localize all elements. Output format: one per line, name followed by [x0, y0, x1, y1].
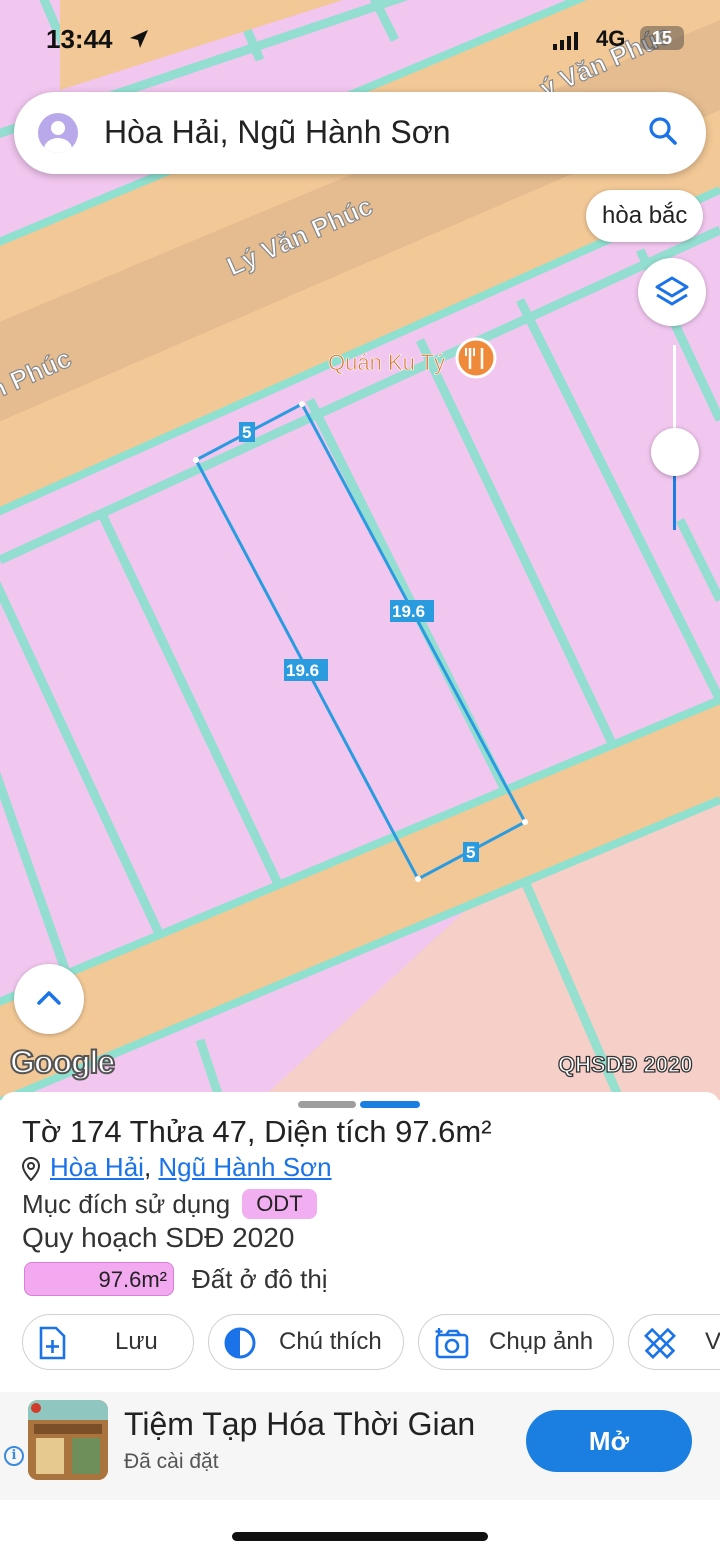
parcel-title: Tờ 174 Thửa 47, Diện tích 97.6m²: [22, 1114, 492, 1149]
ad-banner[interactable]: i Tiệm Tạp Hóa Thời Gian Đã cài đặt Mở: [0, 1392, 720, 1500]
search-bar[interactable]: Hòa Hải, Ngũ Hành Sơn: [14, 92, 706, 174]
expand-sheet-button[interactable]: [14, 964, 84, 1034]
location-arrow-icon: [130, 30, 148, 48]
plan-area-badge: 97.6m²: [24, 1262, 174, 1296]
edge-label-right: 19.6: [392, 602, 425, 621]
measure-icon: [644, 1327, 676, 1359]
layers-icon: [655, 276, 689, 306]
parcel-address: Hòa Hải, Ngũ Hành Sơn: [22, 1152, 332, 1183]
district-link[interactable]: Ngũ Hành Sơn: [158, 1152, 331, 1182]
ad-info-icon[interactable]: i: [4, 1446, 24, 1466]
contrast-icon: [224, 1327, 256, 1359]
home-indicator[interactable]: [232, 1532, 488, 1541]
status-bar: 13:44 4G 15: [0, 22, 720, 62]
ad-subtitle: Đã cài đặt: [124, 1450, 219, 1473]
chevron-up-icon: [37, 991, 61, 1005]
ward-link[interactable]: Hòa Hải: [50, 1152, 144, 1182]
address-separator: ,: [143, 1152, 152, 1182]
plan-land-type: Đất ở đô thị: [192, 1264, 328, 1294]
plan-title: Quy hoạch SDĐ 2020: [22, 1222, 295, 1253]
sheet-handle[interactable]: [298, 1101, 356, 1108]
edge-label-bottom: 5: [466, 843, 475, 862]
signal-icon: [553, 32, 578, 50]
place-chip[interactable]: hòa bắc: [586, 190, 704, 242]
measure-label: V: [705, 1328, 720, 1355]
location-pin-icon: [22, 1157, 40, 1182]
poi-label[interactable]: Quán Ku Tý: [328, 350, 446, 376]
purpose-label: Mục đích sử dụng: [22, 1189, 231, 1219]
save-button[interactable]: Lưu: [22, 1314, 194, 1370]
google-logo: Google: [9, 1043, 116, 1081]
layer-label: QHSDĐ 2020: [557, 1051, 693, 1077]
search-icon[interactable]: [648, 116, 678, 146]
note-label: Chú thích: [279, 1328, 382, 1355]
battery-icon: 15: [640, 26, 684, 50]
sheet-page-indicator: [360, 1101, 420, 1108]
note-button[interactable]: Chú thích: [208, 1314, 404, 1370]
camera-icon: [435, 1328, 469, 1359]
restaurant-icon[interactable]: [455, 337, 497, 379]
search-input[interactable]: Hòa Hải, Ngũ Hành Sơn: [104, 114, 451, 151]
purpose-row: Mục đích sử dụng ODT: [22, 1189, 317, 1220]
photo-button[interactable]: Chụp ảnh: [418, 1314, 614, 1370]
avatar[interactable]: [38, 113, 78, 153]
ad-app-thumbnail[interactable]: [28, 1400, 108, 1480]
edge-label-top: 5: [242, 423, 251, 442]
edge-label-left: 19.6: [286, 661, 319, 680]
action-row: Lưu Chú thích Chụp ảnh V: [0, 1314, 720, 1372]
layers-button[interactable]: [638, 258, 706, 326]
ad-open-button[interactable]: Mở: [526, 1410, 692, 1472]
save-label: Lưu: [115, 1328, 158, 1355]
photo-label: Chụp ảnh: [489, 1328, 594, 1355]
ad-app-name[interactable]: Tiệm Tạp Hóa Thời Gian: [124, 1406, 475, 1443]
zoom-slider-knob[interactable]: [651, 428, 699, 476]
status-time: 13:44: [46, 24, 113, 54]
add-document-icon: [39, 1326, 66, 1360]
measure-button[interactable]: V: [628, 1314, 720, 1370]
purpose-code-badge: ODT: [242, 1189, 317, 1219]
network-type: 4G: [596, 26, 626, 51]
